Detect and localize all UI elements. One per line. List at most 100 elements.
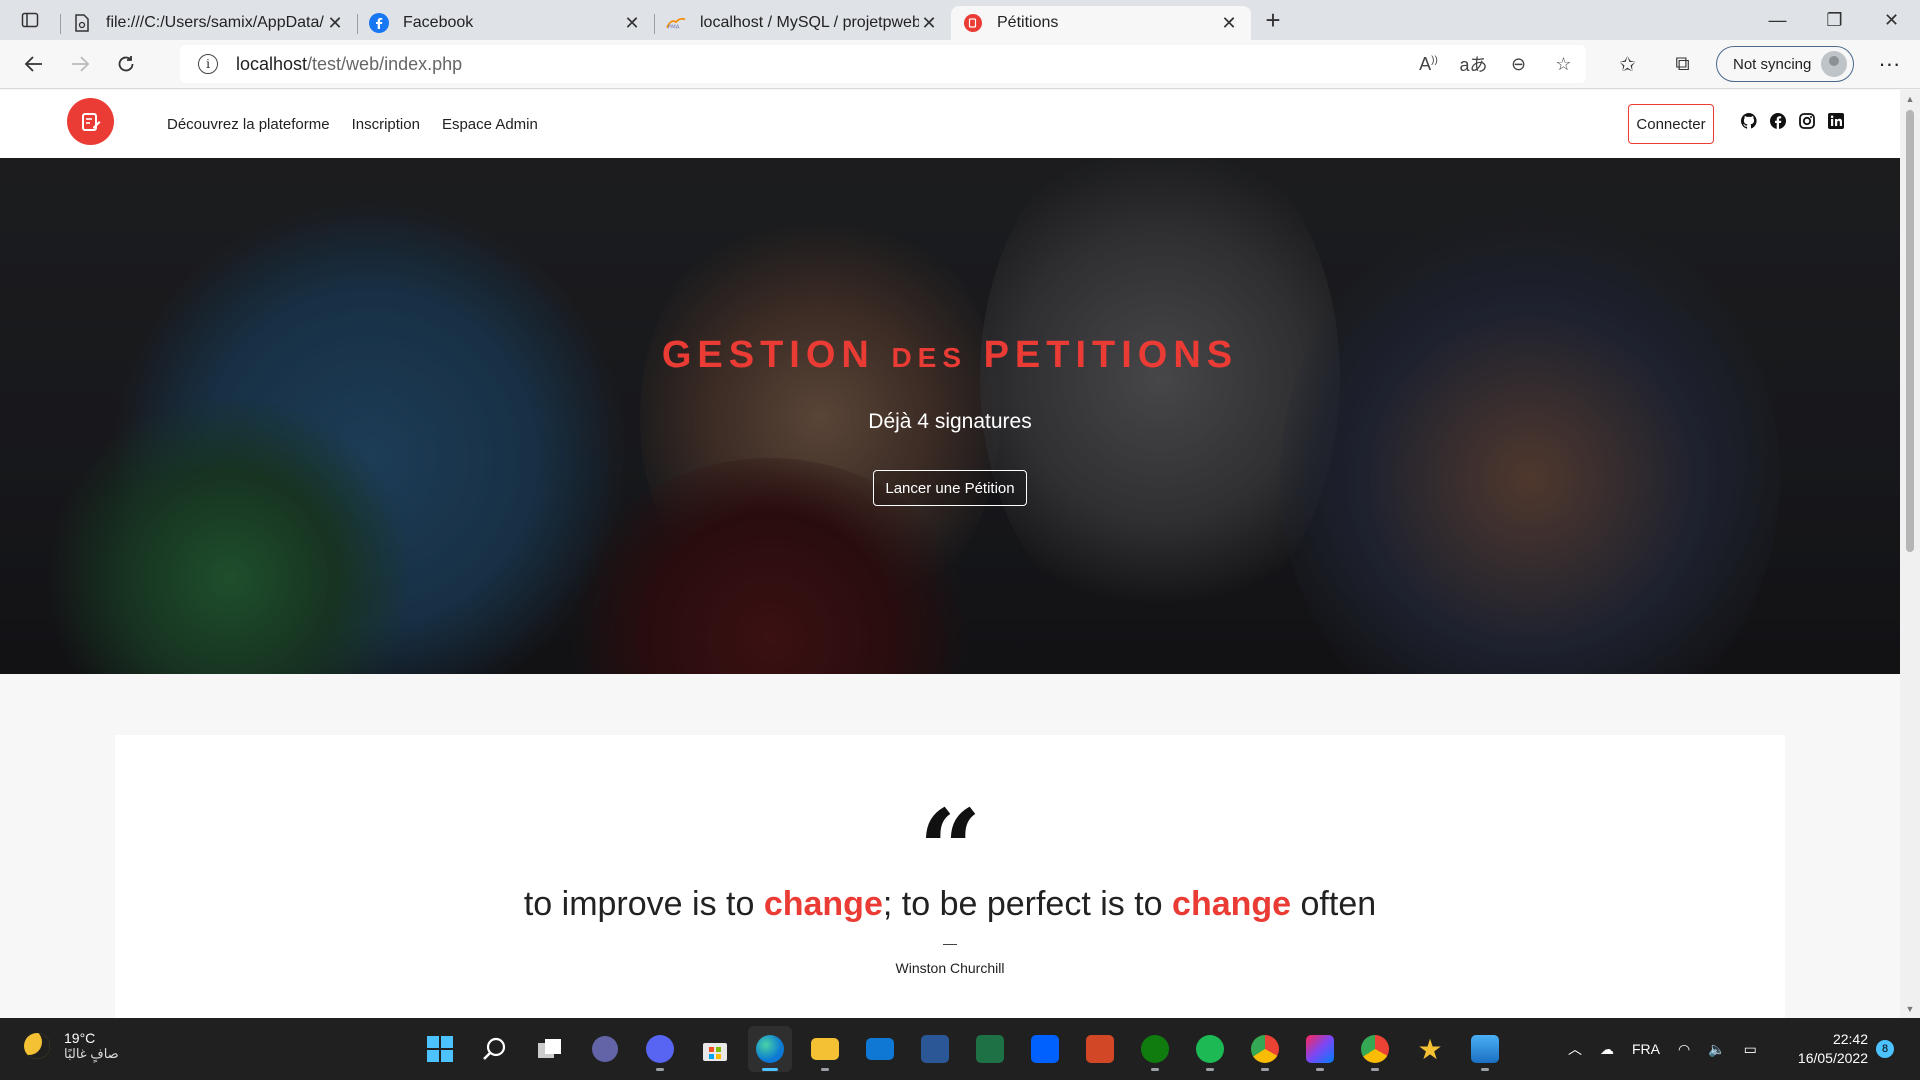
add-favorite-icon[interactable]: ☆: [1541, 54, 1586, 75]
petition-icon: [963, 13, 983, 33]
powerpoint-app[interactable]: [1078, 1026, 1122, 1072]
scrollbar-thumb[interactable]: [1906, 110, 1914, 552]
dropbox-icon: [1031, 1035, 1059, 1063]
xbox-app[interactable]: [1133, 1026, 1177, 1072]
hero-title-part: PETITIONS: [983, 334, 1239, 376]
site-info-icon[interactable]: i: [198, 54, 218, 74]
github-icon[interactable]: [1740, 112, 1757, 129]
dropbox-app[interactable]: [1023, 1026, 1067, 1072]
onedrive-icon[interactable]: ☁: [1600, 1041, 1614, 1058]
scroll-down-icon[interactable]: ▼: [1900, 1004, 1920, 1014]
close-tab-icon[interactable]: ✕: [919, 13, 939, 34]
running-indicator: [1481, 1068, 1489, 1071]
edge-app[interactable]: [748, 1026, 792, 1072]
system-tray: ︿ ☁ FRA ◠ 🔈 ▭: [1568, 1018, 1757, 1080]
close-window-button[interactable]: ✕: [1863, 0, 1920, 40]
close-tab-icon[interactable]: ✕: [1219, 13, 1239, 34]
start-button[interactable]: [418, 1026, 462, 1072]
url-text[interactable]: localhost/test/web/index.php: [236, 54, 462, 75]
instagram-icon[interactable]: [1798, 112, 1815, 129]
svg-text:PMA: PMA: [668, 24, 680, 30]
quote-card: “ to improve is to change; to be perfect…: [115, 735, 1785, 1018]
nav-espace-admin[interactable]: Espace Admin: [442, 116, 538, 133]
running-indicator: [821, 1068, 829, 1071]
collections-icon[interactable]: ⧉: [1655, 53, 1710, 76]
star-app[interactable]: ★: [1408, 1026, 1452, 1072]
date: 16/05/2022: [1797, 1050, 1868, 1066]
profile-sync-button[interactable]: Not syncing: [1716, 46, 1855, 82]
weather-text: 19°C صافٍ غالبًا: [64, 1030, 119, 1062]
chevron-up-icon[interactable]: ︿: [1568, 1039, 1582, 1059]
new-tab-button[interactable]: +: [1251, 0, 1295, 40]
tab-separator: [654, 14, 655, 34]
zoom-out-icon[interactable]: ⊖: [1496, 54, 1541, 75]
refresh-button[interactable]: [106, 44, 146, 84]
quote-highlight: change: [763, 885, 883, 923]
task-view-button[interactable]: [528, 1026, 572, 1072]
folder-icon: [811, 1038, 839, 1060]
back-button[interactable]: [14, 44, 54, 84]
connect-button[interactable]: Connecter: [1628, 104, 1714, 144]
clock[interactable]: 22:42 16/05/2022: [1788, 1030, 1868, 1068]
social-links: [1740, 112, 1844, 129]
search-icon: [483, 1037, 506, 1060]
wifi-icon[interactable]: ◠: [1678, 1041, 1690, 1058]
search-button[interactable]: [473, 1026, 517, 1072]
spotify-icon: [1196, 1035, 1224, 1063]
address-field-actions: A)) aあ ⊖ ☆: [1406, 45, 1586, 83]
taskbar-apps: ★: [418, 1026, 1507, 1072]
hero-banner: GESTION DES PETITIONS Déjà 4 signatures …: [0, 158, 1900, 674]
linkedin-icon[interactable]: [1827, 112, 1844, 129]
spotify-app[interactable]: [1188, 1026, 1232, 1072]
weather-condition: صافٍ غالبًا: [64, 1046, 119, 1061]
weather-widget[interactable]: 19°C صافٍ غالبًا: [24, 1030, 119, 1062]
running-indicator: [1151, 1068, 1159, 1071]
window-controls: — ❐ ✕: [1749, 0, 1920, 40]
forward-arrow-icon: [72, 56, 90, 72]
photos-app[interactable]: [1463, 1026, 1507, 1072]
chrome-profile-app[interactable]: [1353, 1026, 1397, 1072]
word-icon: [921, 1035, 949, 1063]
volume-icon[interactable]: 🔈: [1708, 1041, 1725, 1058]
translate-icon[interactable]: aあ: [1451, 51, 1496, 77]
nav-decouvrez[interactable]: Découvrez la plateforme: [167, 116, 330, 133]
site-logo[interactable]: [67, 98, 114, 145]
scroll-up-icon[interactable]: ▲: [1900, 94, 1920, 104]
intellij-app[interactable]: [1298, 1026, 1342, 1072]
close-tab-icon[interactable]: ✕: [325, 13, 345, 34]
minimize-button[interactable]: —: [1749, 0, 1806, 40]
mail-app[interactable]: [858, 1026, 902, 1072]
facebook-icon[interactable]: [1769, 112, 1786, 129]
page-scrollbar[interactable]: ▲ ▼: [1900, 90, 1920, 1018]
language-indicator[interactable]: FRA: [1632, 1041, 1660, 1057]
discord-app[interactable]: [638, 1026, 682, 1072]
address-field[interactable]: i localhost/test/web/index.php A)) aあ ⊖ …: [180, 45, 1586, 83]
store-app[interactable]: [693, 1026, 737, 1072]
notification-badge[interactable]: 8: [1876, 1040, 1894, 1058]
file-explorer-app[interactable]: [803, 1026, 847, 1072]
tab-petitions[interactable]: Pétitions ✕: [951, 6, 1251, 40]
time: 22:42: [1832, 1031, 1868, 1047]
quote-highlight: change: [1172, 885, 1292, 923]
tab-phpmyadmin[interactable]: PMA localhost / MySQL / projetpweb ✕: [654, 6, 951, 40]
chrome-app[interactable]: [1243, 1026, 1287, 1072]
more-menu-icon[interactable]: ···: [1864, 51, 1914, 77]
restore-button[interactable]: ❐: [1806, 0, 1863, 40]
quote-dash: —: [943, 935, 957, 951]
teams-chat-app[interactable]: [583, 1026, 627, 1072]
close-tab-icon[interactable]: ✕: [622, 13, 642, 34]
read-aloud-icon[interactable]: A)): [1406, 54, 1451, 75]
forward-button[interactable]: [60, 44, 100, 84]
url-path: /test/web/index.php: [307, 53, 463, 74]
tab-file[interactable]: file:///C:/Users/samix/AppData/L ✕: [60, 6, 357, 40]
nav-inscription[interactable]: Inscription: [352, 116, 420, 133]
tab-facebook[interactable]: Facebook ✕: [357, 6, 654, 40]
site-header: Découvrez la plateforme Inscription Espa…: [0, 90, 1900, 158]
word-app[interactable]: [913, 1026, 957, 1072]
tab-actions-button[interactable]: [0, 0, 60, 40]
launch-petition-button[interactable]: Lancer une Pétition: [873, 470, 1027, 506]
excel-app[interactable]: [968, 1026, 1012, 1072]
running-indicator: [1371, 1068, 1379, 1071]
favorites-icon[interactable]: ✩: [1600, 52, 1655, 77]
battery-icon[interactable]: ▭: [1744, 1041, 1757, 1058]
